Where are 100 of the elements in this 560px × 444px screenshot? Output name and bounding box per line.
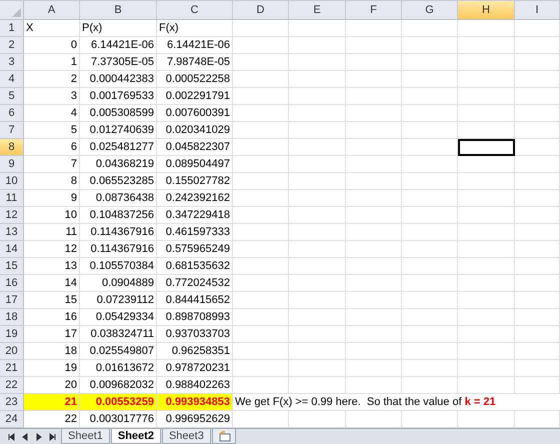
table-cell: 0.005308599 bbox=[80, 105, 157, 122]
empty-cell bbox=[233, 241, 289, 258]
column-header[interactable]: B bbox=[80, 1, 157, 20]
row-header[interactable]: 19 bbox=[0, 326, 24, 343]
empty-cell bbox=[346, 377, 402, 394]
row-header[interactable]: 18 bbox=[0, 309, 24, 326]
empty-cell bbox=[233, 258, 289, 275]
empty-cell bbox=[515, 292, 560, 309]
table-cell: F(x) bbox=[157, 20, 233, 37]
row-header[interactable]: 16 bbox=[0, 275, 24, 292]
empty-cell bbox=[233, 275, 289, 292]
insert-sheet-button[interactable] bbox=[212, 429, 236, 444]
empty-cell bbox=[402, 122, 458, 139]
row-header[interactable]: 8 bbox=[0, 139, 24, 156]
empty-cell bbox=[289, 224, 346, 241]
empty-cell bbox=[402, 258, 458, 275]
empty-cell bbox=[458, 224, 515, 241]
empty-cell bbox=[458, 88, 515, 105]
table-cell: 9 bbox=[24, 190, 80, 207]
empty-cell bbox=[515, 122, 560, 139]
row-header[interactable]: 7 bbox=[0, 122, 24, 139]
column-header[interactable]: D bbox=[233, 1, 289, 20]
empty-cell bbox=[402, 343, 458, 360]
empty-cell bbox=[233, 207, 289, 224]
empty-cell bbox=[402, 207, 458, 224]
insert-sheet-icon bbox=[216, 430, 231, 442]
empty-cell bbox=[458, 156, 515, 173]
row-header[interactable]: 23 bbox=[0, 394, 24, 411]
row-header[interactable]: 13 bbox=[0, 224, 24, 241]
row-header[interactable]: 15 bbox=[0, 258, 24, 275]
empty-cell bbox=[458, 20, 515, 37]
table-cell: 0.000522258 bbox=[157, 71, 233, 88]
empty-cell bbox=[289, 343, 346, 360]
table-cell: 0.001769533 bbox=[80, 88, 157, 105]
sheet-tab[interactable]: Sheet1 bbox=[61, 429, 110, 444]
column-header[interactable]: A bbox=[24, 1, 80, 20]
table-cell: 6.14421E-06 bbox=[157, 37, 233, 54]
table-cell: 0.007600391 bbox=[157, 105, 233, 122]
row-header[interactable]: 1 bbox=[0, 20, 24, 37]
row-header[interactable]: 5 bbox=[0, 88, 24, 105]
column-header[interactable]: G bbox=[402, 1, 458, 20]
table-cell: 0.07239112 bbox=[80, 292, 157, 309]
table-cell: 11 bbox=[24, 224, 80, 241]
row-header[interactable]: 24 bbox=[0, 411, 24, 428]
empty-cell bbox=[233, 326, 289, 343]
empty-cell bbox=[515, 207, 560, 224]
row-header[interactable]: 21 bbox=[0, 360, 24, 377]
column-header[interactable]: I bbox=[515, 1, 560, 20]
row-header[interactable]: 11 bbox=[0, 190, 24, 207]
sheet-tab[interactable]: Sheet3 bbox=[162, 429, 211, 444]
empty-cell bbox=[289, 88, 346, 105]
row-header[interactable]: 12 bbox=[0, 207, 24, 224]
table-cell: 0.844415652 bbox=[157, 292, 233, 309]
row-header[interactable]: 3 bbox=[0, 54, 24, 71]
empty-cell bbox=[289, 71, 346, 88]
table-cell: 0.00553259 bbox=[80, 394, 157, 411]
empty-cell bbox=[402, 377, 458, 394]
empty-cell bbox=[233, 105, 289, 122]
empty-cell bbox=[233, 71, 289, 88]
empty-cell bbox=[346, 241, 402, 258]
empty-cell bbox=[402, 224, 458, 241]
row-header[interactable]: 22 bbox=[0, 377, 24, 394]
empty-cell bbox=[458, 258, 515, 275]
table-cell: 0.000442383 bbox=[80, 71, 157, 88]
empty-cell bbox=[458, 343, 515, 360]
empty-cell bbox=[402, 54, 458, 71]
column-header[interactable]: H bbox=[458, 1, 515, 20]
row-header[interactable]: 17 bbox=[0, 292, 24, 309]
column-header[interactable]: F bbox=[346, 1, 402, 20]
row-header[interactable]: 9 bbox=[0, 156, 24, 173]
row-header[interactable]: 20 bbox=[0, 343, 24, 360]
empty-cell bbox=[346, 224, 402, 241]
empty-cell bbox=[402, 241, 458, 258]
sheet-tab[interactable]: Sheet2 bbox=[110, 429, 161, 444]
empty-cell bbox=[289, 326, 346, 343]
table-cell: 21 bbox=[24, 394, 80, 411]
row-header[interactable]: 4 bbox=[0, 71, 24, 88]
empty-cell bbox=[233, 292, 289, 309]
column-header[interactable]: E bbox=[289, 1, 346, 20]
empty-cell bbox=[458, 54, 515, 71]
empty-cell bbox=[346, 88, 402, 105]
row-header[interactable]: 14 bbox=[0, 241, 24, 258]
empty-cell bbox=[233, 377, 289, 394]
table-cell: 1 bbox=[24, 54, 80, 71]
empty-cell bbox=[515, 139, 560, 156]
row-header[interactable]: 10 bbox=[0, 173, 24, 190]
row-header[interactable]: 6 bbox=[0, 105, 24, 122]
empty-cell bbox=[289, 258, 346, 275]
empty-cell bbox=[458, 309, 515, 326]
table-cell: 0.114367916 bbox=[80, 241, 157, 258]
empty-cell bbox=[346, 326, 402, 343]
active-cell[interactable] bbox=[458, 139, 515, 156]
empty-cell bbox=[346, 173, 402, 190]
column-header[interactable]: C bbox=[157, 1, 233, 20]
empty-cell bbox=[458, 173, 515, 190]
empty-cell bbox=[233, 20, 289, 37]
table-cell: 19 bbox=[24, 360, 80, 377]
row-header[interactable]: 2 bbox=[0, 37, 24, 54]
empty-cell bbox=[233, 54, 289, 71]
empty-cell bbox=[402, 156, 458, 173]
